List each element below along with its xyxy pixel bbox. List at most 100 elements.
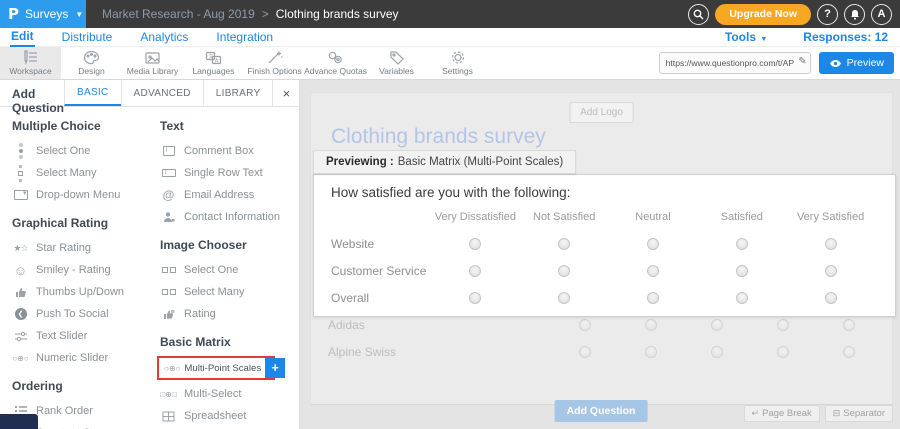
section-multiple-choice: Multiple Choice — [12, 119, 150, 133]
radio-button[interactable] — [645, 346, 657, 358]
sidebar-item-single-row-text[interactable]: Single Row Text — [160, 162, 298, 184]
upgrade-now-button[interactable]: Upgrade Now — [715, 4, 811, 25]
radio-button[interactable] — [711, 319, 723, 331]
help-button[interactable]: ? — [817, 4, 838, 25]
pencil-icon[interactable]: ✎ — [798, 56, 806, 67]
tool-design[interactable]: Design — [61, 47, 122, 79]
dropdown-icon — [12, 190, 29, 200]
breadcrumb: Market Research - Aug 2019 > Clothing br… — [86, 0, 399, 28]
question-preview-card: How satisfied are you with the following… — [313, 174, 896, 317]
radio-button[interactable] — [469, 238, 481, 250]
sidebar-item-spreadsheet[interactable]: Spreadsheet — [160, 405, 298, 427]
radio-button[interactable] — [647, 238, 659, 250]
sidebar-item-contact-information[interactable]: Contact Information — [160, 206, 298, 228]
radio-button[interactable] — [558, 265, 570, 277]
matrix-row-website: Website — [314, 230, 895, 257]
sidebar-item-select-many[interactable]: Select Many — [12, 162, 150, 184]
nav-distribute[interactable]: Distribute — [61, 29, 114, 46]
radio-button[interactable] — [843, 346, 855, 358]
star-icon — [12, 243, 29, 254]
sidebar-item-multi-point-scales[interactable]: Multi-Point Scales + — [157, 356, 275, 380]
question-text: How satisfied are you with the following… — [314, 185, 895, 200]
preview-button[interactable]: Preview — [819, 52, 894, 74]
tool-media-library[interactable]: Media Library — [122, 47, 183, 79]
add-multi-point-scales-button[interactable]: + — [265, 358, 285, 378]
tool-settings[interactable]: Settings — [427, 47, 488, 79]
radio-button[interactable] — [469, 265, 481, 277]
sidebar-item-numeric-slider[interactable]: Numeric Slider — [12, 347, 150, 369]
previewing-tooltip: Previewing : Basic Matrix (Multi-Point S… — [313, 150, 576, 174]
multi-point-icon — [164, 364, 180, 373]
editor-toolbar: Workspace Design Media Library 文A Langua… — [0, 47, 900, 80]
notifications-button[interactable] — [844, 4, 865, 25]
page-break-icon: ↵ — [752, 408, 760, 419]
sidebar-item-email-address[interactable]: Email Address — [160, 184, 298, 206]
search-button[interactable] — [688, 4, 709, 25]
sidebar-item-thumbs-up-down[interactable]: Thumbs Up/Down — [12, 281, 150, 303]
responses-link[interactable]: Responses: 12 — [803, 30, 888, 44]
smiley-icon — [12, 263, 29, 278]
sidebar-item-comment-box[interactable]: Comment Box — [160, 140, 298, 162]
radio-button[interactable] — [825, 238, 837, 250]
radio-button[interactable] — [469, 292, 481, 304]
radio-button[interactable] — [825, 265, 837, 277]
tool-languages[interactable]: 文A Languages — [183, 47, 244, 79]
tool-workspace[interactable]: Workspace — [0, 47, 61, 79]
radio-button[interactable] — [736, 292, 748, 304]
radio-button[interactable] — [558, 292, 570, 304]
background-question-rows: Adidas Alpine Swiss — [311, 311, 892, 365]
add-logo-button[interactable]: Add Logo — [569, 102, 634, 123]
tab-library[interactable]: LIBRARY — [203, 80, 273, 106]
wand-icon — [267, 50, 283, 65]
sidebar-item-text-slider[interactable]: Text Slider — [12, 325, 150, 347]
contact-icon — [160, 211, 177, 223]
page-break-button[interactable]: ↵Page Break — [744, 405, 820, 422]
avatar[interactable]: A — [871, 4, 892, 25]
sidebar-item-image-select-many[interactable]: Select Many — [160, 281, 298, 303]
radio-button[interactable] — [579, 346, 591, 358]
workspace-icon — [22, 50, 39, 65]
tool-variables[interactable]: Variables — [366, 47, 427, 79]
sidebar-item-image-select-one[interactable]: Select One — [160, 259, 298, 281]
radio-button[interactable] — [777, 319, 789, 331]
product-switcher[interactable]: P Surveys ▼ — [0, 0, 86, 28]
tool-advance-quotas[interactable]: Advance Quotas — [305, 47, 366, 79]
nav-edit[interactable]: Edit — [10, 28, 35, 47]
survey-url-input[interactable] — [659, 52, 811, 74]
radio-button[interactable] — [645, 319, 657, 331]
chat-widget[interactable] — [0, 414, 38, 429]
tag-icon — [389, 50, 405, 65]
sidebar-item-drop-down-menu[interactable]: Drop-down Menu — [12, 184, 150, 206]
breadcrumb-parent[interactable]: Market Research - Aug 2019 — [102, 7, 255, 21]
close-icon[interactable]: × — [272, 80, 299, 106]
radio-button[interactable] — [711, 346, 723, 358]
radio-button[interactable] — [825, 292, 837, 304]
radio-button[interactable] — [843, 319, 855, 331]
radio-button[interactable] — [558, 238, 570, 250]
thumb-icon — [12, 286, 29, 298]
sidebar-item-smiley-rating[interactable]: Smiley - Rating — [12, 259, 150, 281]
sidebar-item-push-to-social[interactable]: Push To Social — [12, 303, 150, 325]
breadcrumb-separator: > — [262, 7, 269, 21]
radio-button[interactable] — [647, 265, 659, 277]
chevron-down-icon: ▼ — [760, 36, 767, 43]
separator-button[interactable]: ⊟Separator — [825, 405, 893, 422]
comment-box-icon — [160, 146, 177, 156]
radio-button[interactable] — [736, 238, 748, 250]
nav-integration[interactable]: Integration — [215, 29, 274, 46]
multi-select-icon — [160, 390, 177, 399]
radio-button[interactable] — [647, 292, 659, 304]
sidebar-item-select-one[interactable]: Select One — [12, 140, 150, 162]
radio-button[interactable] — [736, 265, 748, 277]
tool-finish-options[interactable]: Finish Options — [244, 47, 305, 79]
tab-basic[interactable]: BASIC — [64, 80, 121, 106]
sidebar-item-multi-select[interactable]: Multi-Select — [160, 383, 298, 405]
radio-button[interactable] — [579, 319, 591, 331]
tools-menu[interactable]: Tools ▼ — [725, 30, 767, 44]
add-question-button[interactable]: Add Question — [555, 400, 648, 422]
sidebar-item-star-rating[interactable]: Star Rating — [12, 237, 150, 259]
sidebar-item-image-rating[interactable]: Rating — [160, 303, 298, 325]
radio-button[interactable] — [777, 346, 789, 358]
nav-analytics[interactable]: Analytics — [139, 29, 189, 46]
tab-advanced[interactable]: ADVANCED — [121, 80, 203, 106]
